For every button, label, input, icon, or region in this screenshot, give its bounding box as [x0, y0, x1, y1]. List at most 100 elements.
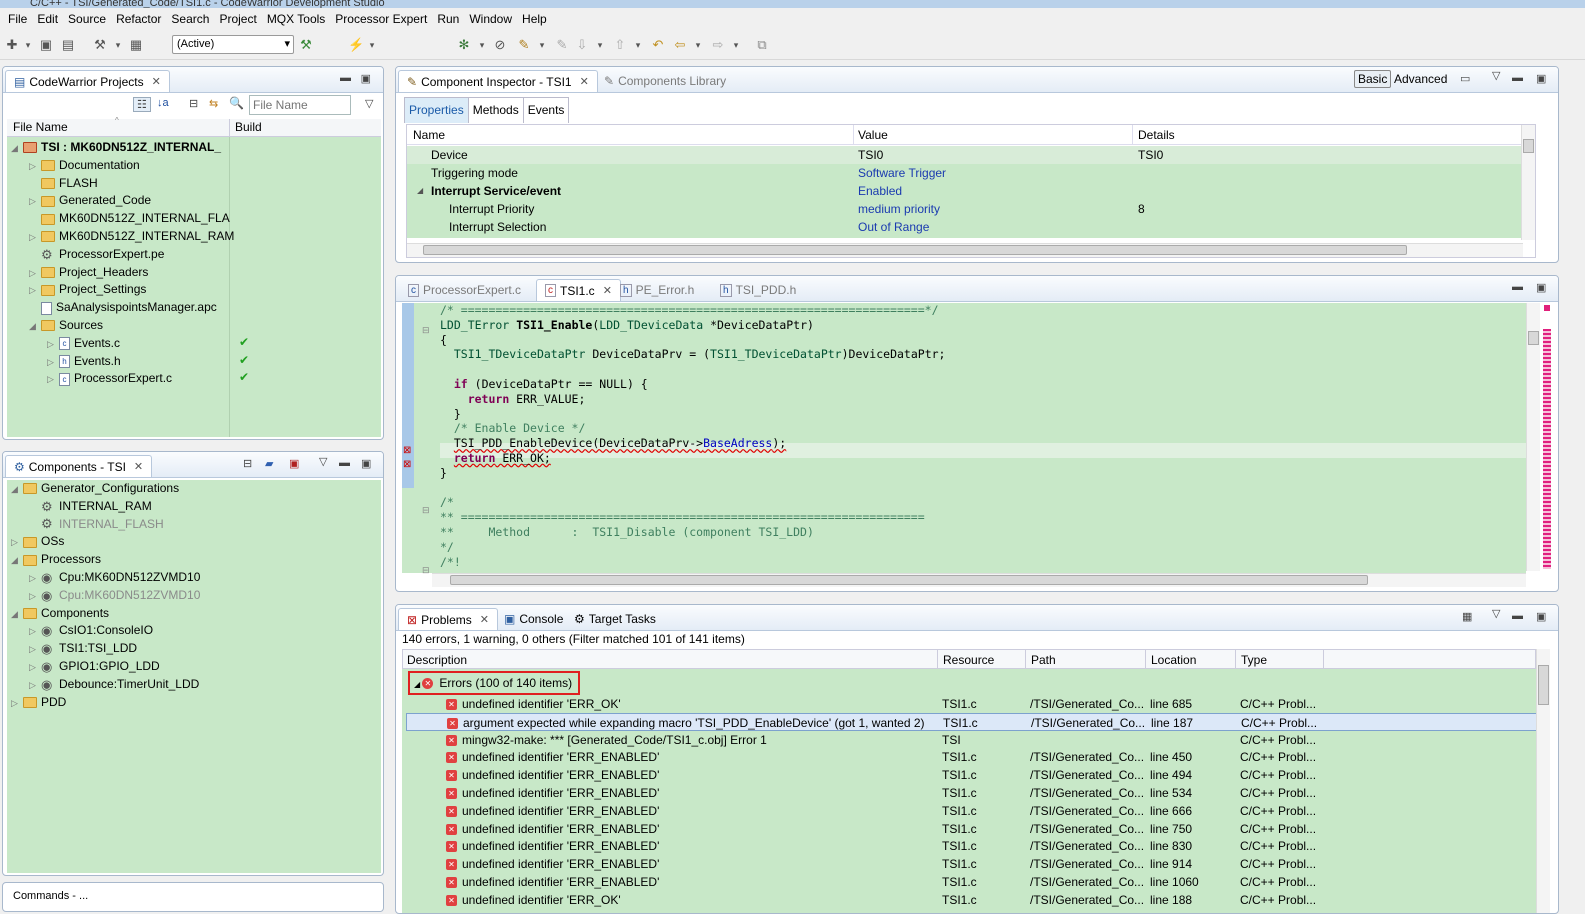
property-value[interactable]: Enabled [858, 182, 902, 200]
col-build[interactable]: Build [235, 120, 262, 134]
col-file-name[interactable]: File Name [13, 120, 68, 134]
debug-dropdown-icon[interactable]: ▾ [364, 37, 380, 53]
error-marker-icon[interactable]: ⊠ [403, 445, 411, 456]
tab-target-tasks[interactable]: ⚙ Target Tasks [566, 608, 664, 630]
expand-toggle-icon[interactable]: ▷ [29, 676, 41, 694]
view-menu-icon[interactable]: ▽ [365, 97, 373, 110]
prev-annotation-icon[interactable]: ⇧ [612, 37, 628, 53]
expand-toggle-icon[interactable]: ▷ [29, 281, 41, 299]
problem-row[interactable]: ✕ mingw32-make: *** [Generated_Code/TSI1_… [406, 731, 1540, 749]
property-row[interactable]: Interrupt Priority medium priority 8 [407, 200, 1527, 218]
menu-run[interactable]: Run [433, 12, 465, 26]
tab-codewarrior-projects[interactable]: ▤ CodeWarrior Projects ✕ [5, 70, 170, 92]
tree-item[interactable]: ▷ Documentation [29, 156, 140, 174]
tree-item[interactable]: ▷ Generated_Code [29, 191, 151, 209]
expand-toggle-icon[interactable]: ▷ [29, 569, 41, 587]
menu-search[interactable]: Search [167, 12, 215, 26]
expand-toggle-icon[interactable]: ◢ [417, 182, 423, 200]
forward-dropdown-icon[interactable]: ▾ [728, 37, 744, 53]
expand-toggle-icon[interactable]: ▷ [29, 640, 41, 658]
menu-refactor[interactable]: Refactor [112, 12, 167, 26]
maximize-icon[interactable]: ▣ [1536, 610, 1546, 623]
expand-toggle-icon[interactable]: ▷ [29, 157, 41, 175]
tree-item[interactable]: ⚙ INTERNAL_RAM [29, 497, 152, 515]
minimize-icon[interactable]: ▬ [1512, 72, 1523, 84]
tab-tsi1-c[interactable]: c TSI1.c ✕ [536, 279, 621, 301]
expand-toggle-icon[interactable]: ▷ [29, 264, 41, 282]
tree-item[interactable]: ⚙ INTERNAL_FLASH [29, 515, 164, 533]
forward-icon[interactable]: ⇨ [710, 37, 726, 53]
tree-item[interactable]: FLASH [29, 174, 98, 192]
tab-processorexpert-c[interactable]: c ProcessorExpert.c [400, 279, 529, 301]
close-icon[interactable]: ✕ [580, 75, 589, 88]
problem-row[interactable]: ✕ undefined identifier 'ERR_ENABLED' TSI1.… [406, 766, 1540, 784]
menu-edit[interactable]: Edit [33, 12, 64, 26]
expand-toggle-icon[interactable]: ◢ [11, 551, 23, 569]
tab-console[interactable]: ▣ Console [496, 608, 571, 630]
subtab-events[interactable]: Events [522, 97, 570, 123]
minimize-icon[interactable]: ▬ [1512, 281, 1523, 293]
problem-row[interactable]: ✕ argument expected while expanding macro… [406, 712, 1540, 731]
tree-item[interactable]: ⚙ ProcessorExpert.pe [29, 245, 164, 263]
tree-item[interactable]: ▷ c ProcessorExpert.c [47, 369, 172, 387]
build-config-icon[interactable]: ▦ [128, 37, 144, 53]
maximize-icon[interactable]: ▣ [361, 72, 371, 85]
link-editor-icon[interactable]: ⇆ [209, 97, 218, 110]
problem-row[interactable]: ✕ undefined identifier 'ERR_ENABLED' TSI1.… [406, 873, 1540, 891]
problems-vscrollbar[interactable] [1536, 649, 1550, 913]
build-hammer-icon[interactable]: ⚒ [92, 37, 108, 53]
next-annotation-dropdown-icon[interactable]: ▾ [592, 37, 608, 53]
subtab-methods[interactable]: Methods [467, 97, 524, 123]
skip-breakpoints-icon[interactable]: ⊘ [492, 37, 508, 53]
minimize-icon[interactable]: ▬ [1512, 610, 1523, 622]
property-value[interactable]: Software Trigger [858, 164, 946, 182]
columns-icon[interactable]: ▦ [1462, 610, 1472, 623]
tab-tsi-pdd-h[interactable]: h TSI_PDD.h [712, 279, 804, 301]
maximize-icon[interactable]: ▣ [1536, 281, 1546, 294]
new-icon[interactable]: ✚ [4, 37, 20, 53]
tree-item[interactable]: ▷ h Events.h [47, 352, 121, 370]
debug-launch-icon[interactable]: ⚡ [348, 37, 364, 53]
close-icon[interactable]: ✕ [134, 460, 143, 473]
col-resource[interactable]: Resource [943, 653, 994, 667]
property-value[interactable]: TSI0 [858, 146, 883, 164]
view-menu-icon[interactable]: ▽ [1492, 69, 1500, 82]
save-all-icon[interactable]: ▤ [60, 37, 76, 53]
annotation-icon[interactable]: ✎ [554, 37, 570, 53]
editor-vscrollbar[interactable] [1526, 303, 1540, 571]
property-row[interactable]: ◢ Interrupt Service/event Enabled [407, 182, 1527, 200]
tree-item[interactable]: ▷ MK60DN512Z_INTERNAL_RAM [29, 227, 234, 245]
folder-icon[interactable]: ▰ [265, 457, 273, 470]
external-tools-icon[interactable]: ✎ [516, 37, 532, 53]
menu-window[interactable]: Window [465, 12, 518, 26]
expand-toggle-icon[interactable]: ▷ [47, 353, 59, 371]
maximize-icon[interactable]: ▣ [1536, 72, 1546, 85]
property-value[interactable]: medium priority [858, 200, 940, 218]
fold-icon[interactable]: ⊟ [422, 565, 430, 576]
file-name-filter-input[interactable] [249, 95, 351, 115]
expand-toggle-icon[interactable]: ◢ [11, 139, 23, 157]
problem-row[interactable]: ✕ undefined identifier 'ERR_OK' TSI1.c/TS… [406, 695, 1540, 713]
expand-toggle-icon[interactable]: ▷ [29, 622, 41, 640]
tab-components[interactable]: ⚙ Components - TSI ✕ [5, 455, 153, 477]
problem-row[interactable]: ✕ undefined identifier 'ERR_OK' TSI1.c/TSI… [406, 891, 1540, 909]
view-mode-icon[interactable]: ☷ [133, 97, 151, 112]
properties-vscrollbar[interactable] [1521, 125, 1535, 240]
col-location[interactable]: Location [1151, 653, 1196, 667]
error-marker-icon[interactable]: ⊠ [403, 459, 411, 470]
sort-az-icon[interactable]: ↓a [157, 97, 169, 109]
expand-toggle-icon[interactable]: ▷ [29, 228, 41, 246]
tree-item[interactable]: SaAnalysispointsManager.apc [29, 298, 217, 316]
expand-toggle-icon[interactable]: ◢ [29, 317, 41, 335]
generate-code-icon[interactable]: ▣ [289, 457, 299, 470]
tab-problems[interactable]: ⊠ Problems ✕ [398, 608, 498, 630]
tree-item[interactable]: ▷ ◉ TSI1:TSI_LDD [29, 639, 137, 657]
col-name[interactable]: Name [413, 128, 445, 142]
problem-row[interactable]: ✕ undefined identifier 'ERR_ENABLED' TSI1.… [406, 748, 1540, 766]
problem-row[interactable]: ✕ undefined identifier 'ERR_ENABLED' TSI1.… [406, 855, 1540, 873]
menu-help[interactable]: Help [518, 12, 553, 26]
problem-row[interactable]: ✕ undefined identifier 'ERR_ENABLED' TSI1.… [406, 837, 1540, 855]
next-annotation-icon[interactable]: ⇩ [574, 37, 590, 53]
prev-annotation-dropdown-icon[interactable]: ▾ [630, 37, 646, 53]
menu-mqx-tools[interactable]: MQX Tools [263, 12, 331, 26]
